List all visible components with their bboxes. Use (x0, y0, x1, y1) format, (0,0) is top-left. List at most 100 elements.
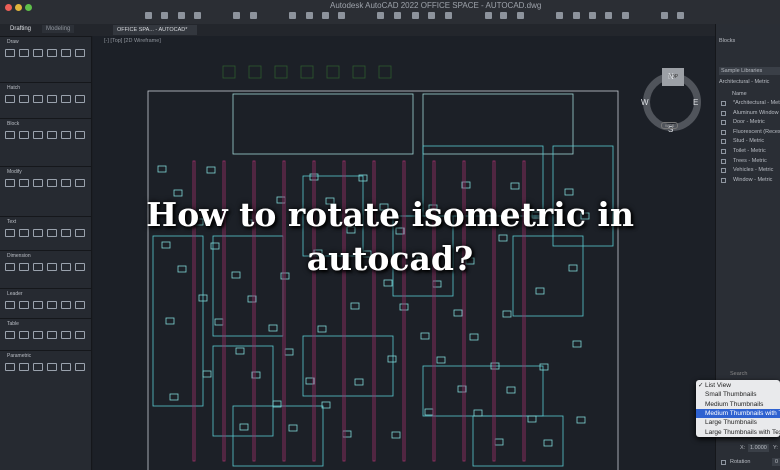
section-header[interactable]: Parametric (0, 351, 92, 359)
section-header[interactable]: Hatch (0, 83, 92, 91)
section-header[interactable]: Leader (0, 289, 92, 297)
library-selector[interactable]: Sample Libraries (719, 67, 780, 75)
table-tool-icon[interactable] (33, 331, 43, 339)
redo-icon[interactable] (250, 12, 257, 19)
parametric-tool-icon[interactable] (5, 363, 15, 371)
block-list-item[interactable]: *Architectural - Metric (733, 100, 780, 106)
block-list-item[interactable]: Door - Metric (733, 119, 765, 125)
modify-tool-icon[interactable] (61, 179, 71, 187)
modify-tool-icon[interactable] (5, 179, 15, 187)
compass-north[interactable]: N (668, 72, 674, 81)
block-tool-icon[interactable] (19, 131, 29, 139)
leader-tool-icon[interactable] (75, 301, 85, 309)
open-icon[interactable] (161, 12, 168, 19)
modify-tool-icon[interactable] (75, 179, 85, 187)
block-list-item[interactable]: Vehicles - Metric (733, 167, 773, 173)
group-icon[interactable] (605, 12, 612, 19)
table-tool-icon[interactable] (19, 331, 29, 339)
tool-palettes-icon[interactable] (428, 12, 435, 19)
draw-tool-icon[interactable] (47, 49, 57, 57)
minimize-button[interactable] (15, 4, 22, 11)
maximize-button[interactable] (25, 4, 32, 11)
section-header[interactable]: Modify (0, 167, 92, 175)
modify-tool-icon[interactable] (19, 179, 29, 187)
compass-east[interactable]: E (693, 98, 698, 107)
parametric-tool-icon[interactable] (19, 363, 29, 371)
section-header[interactable]: Block (0, 119, 92, 127)
layers-icon[interactable] (394, 12, 401, 19)
parametric-tool-icon[interactable] (75, 363, 85, 371)
hatch-tool-icon[interactable] (47, 95, 57, 103)
block-tool-icon[interactable] (75, 131, 85, 139)
window-select-icon[interactable] (485, 12, 492, 19)
plot-icon[interactable] (289, 12, 296, 19)
table-tool-icon[interactable] (5, 331, 15, 339)
block-list-item[interactable]: Window - Metric (733, 177, 772, 183)
block-editor-icon[interactable] (622, 12, 629, 19)
wcs-menu[interactable]: WCS (661, 122, 679, 129)
leader-tool-icon[interactable] (61, 301, 71, 309)
block-list-item[interactable]: Toilet - Metric (733, 148, 766, 154)
hatch-tool-icon[interactable] (61, 95, 71, 103)
table-tool-icon[interactable] (61, 331, 71, 339)
rotation-checkbox[interactable] (721, 460, 726, 465)
block-tool-icon[interactable] (33, 131, 43, 139)
menu-item[interactable]: Medium Thumbnails (696, 400, 780, 410)
modify-tool-icon[interactable] (33, 179, 43, 187)
parametric-tool-icon[interactable] (33, 363, 43, 371)
leader-tool-icon[interactable] (33, 301, 43, 309)
print-preview-icon[interactable] (306, 12, 313, 19)
close-button[interactable] (5, 4, 12, 11)
block-list-item[interactable]: Stud - Metric (733, 138, 764, 144)
pan-icon[interactable] (500, 12, 507, 19)
tab-drafting[interactable]: Drafting (6, 25, 35, 33)
quick-calc-icon[interactable] (677, 12, 684, 19)
library-folder[interactable]: Architectural - Metric (719, 79, 769, 85)
layer-state-icon[interactable] (573, 12, 580, 19)
menu-item[interactable]: ✓ List View (696, 381, 780, 391)
section-header[interactable]: Table (0, 319, 92, 327)
leader-tool-icon[interactable] (47, 301, 57, 309)
draw-tool-icon[interactable] (75, 49, 85, 57)
name-column-header[interactable]: Name (732, 91, 747, 97)
x-value-input[interactable]: 1.0000 (748, 444, 769, 452)
leader-tool-icon[interactable] (19, 301, 29, 309)
isolate-icon[interactable] (589, 12, 596, 19)
block-tool-icon[interactable] (61, 131, 71, 139)
draw-tool-icon[interactable] (19, 49, 29, 57)
publish-icon[interactable] (322, 12, 329, 19)
menu-item[interactable]: Large Thumbnails with Text (696, 428, 780, 438)
block-list-item[interactable]: Fluorescent (Recessed) (733, 129, 780, 135)
orbit-icon[interactable] (517, 12, 524, 19)
hatch-tool-icon[interactable] (33, 95, 43, 103)
block-list-item[interactable]: Trees - Metric (733, 158, 767, 164)
leader-tool-icon[interactable] (5, 301, 15, 309)
block-tool-icon[interactable] (47, 131, 57, 139)
block-tool-icon[interactable] (5, 131, 15, 139)
rotation-input[interactable]: 0 (772, 458, 780, 466)
parametric-tool-icon[interactable] (61, 363, 71, 371)
search-input[interactable]: Search (730, 371, 747, 377)
measure-icon[interactable] (661, 12, 668, 19)
viewport-controls[interactable]: [-] [Top] [2D Wireframe] (104, 38, 161, 44)
menu-item[interactable]: Medium Thumbnails with Text (696, 408, 780, 419)
menu-item[interactable]: Small Thumbnails (696, 390, 780, 400)
draw-tool-icon[interactable] (5, 49, 15, 57)
parametric-tool-icon[interactable] (47, 363, 57, 371)
draw-tool-icon[interactable] (61, 49, 71, 57)
menu-item[interactable]: Large Thumbnails (696, 418, 780, 428)
new-icon[interactable] (145, 12, 152, 19)
block-list-item[interactable]: Aluminum Window (733, 110, 779, 116)
document-tab[interactable]: OFFICE SPA... - AUTOCAD* (113, 25, 197, 35)
table-tool-icon[interactable] (75, 331, 85, 339)
design-center-icon[interactable] (412, 12, 419, 19)
xref-icon[interactable] (445, 12, 452, 19)
section-header[interactable]: Draw (0, 37, 92, 45)
sheet-set-icon[interactable] (338, 12, 345, 19)
undo-icon[interactable] (233, 12, 240, 19)
match-properties-icon[interactable] (556, 12, 563, 19)
properties-icon[interactable] (377, 12, 384, 19)
modify-tool-icon[interactable] (47, 179, 57, 187)
save-as-icon[interactable] (194, 12, 201, 19)
hatch-tool-icon[interactable] (5, 95, 15, 103)
